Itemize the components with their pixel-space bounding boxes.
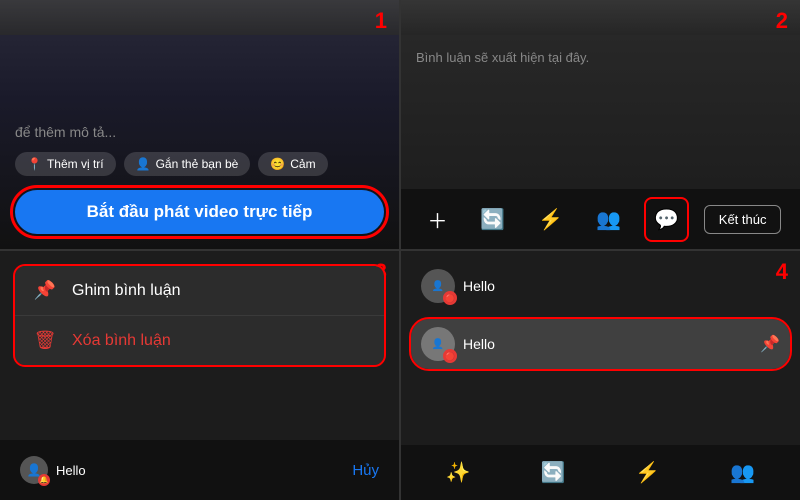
commenter-avatar-small: 👤 🔔 bbox=[20, 456, 48, 484]
add-guest-icon[interactable]: 👥 bbox=[588, 199, 629, 240]
action-buttons-row: 📍 Thêm vị trí 👤 Gắn thẻ bạn bè 😊 Cảm bbox=[15, 152, 384, 176]
commenter-avatar-2: 👤 🔴 bbox=[421, 327, 455, 361]
panel-start-live: 1 để thêm mô tả... 📍 Thêm vị trí 👤 Gắn t… bbox=[0, 0, 399, 249]
pin-icon: 📌 bbox=[33, 280, 57, 301]
toolbar-flip-icon[interactable]: 🔄 bbox=[533, 452, 574, 493]
flash-icon[interactable]: ⚡ bbox=[530, 199, 571, 240]
comments-list: 👤 🔴 Hello 👤 🔴 Hello 📌 bbox=[411, 261, 790, 377]
comment-item-1: 👤 🔴 Hello bbox=[411, 261, 790, 311]
panel-comments-view: 2 Bình luận sẽ xuất hiện tại đây. ＋ 🔄 ⚡ … bbox=[401, 0, 800, 249]
bottom-area-panel3: 👤 🔔 Hello Hủy bbox=[0, 440, 399, 500]
feeling-label: Cảm bbox=[290, 157, 315, 171]
comment-item-pinned: 👤 🔴 Hello 📌 bbox=[411, 319, 790, 369]
flip-camera-icon[interactable]: 🔄 bbox=[472, 199, 513, 240]
avatar-badge: 🔔 bbox=[38, 474, 50, 486]
main-grid: 1 để thêm mô tả... 📍 Thêm vị trí 👤 Gắn t… bbox=[0, 0, 800, 500]
avatar-badge-1: 🔴 bbox=[443, 291, 457, 305]
delete-comment-label: Xóa bình luận bbox=[72, 332, 171, 350]
delete-comment-item[interactable]: 🗑 Xóa bình luận bbox=[15, 316, 384, 365]
avatar-badge-2: 🔴 bbox=[443, 349, 457, 363]
add-location-label: Thêm vị trí bbox=[47, 157, 104, 171]
avatar-icon-1: 👤 bbox=[432, 281, 444, 292]
panel-context-menu: 3 📌 Ghim bình luận 🗑 Xóa bình luận 👤 🔔 H… bbox=[0, 251, 399, 500]
comment-text-1: Hello bbox=[463, 278, 495, 294]
comment-text-2: Hello bbox=[463, 336, 495, 352]
feeling-button[interactable]: 😊 Cảm bbox=[258, 152, 327, 176]
pin-indicator-icon: 📌 bbox=[760, 334, 780, 354]
comment-context-menu: 📌 Ghim bình luận 🗑 Xóa bình luận bbox=[15, 266, 384, 365]
start-live-label: Bắt đầu phát video trực tiếp bbox=[87, 202, 313, 221]
panel-pinned-comment: 4 👤 🔴 Hello 👤 🔴 Hello 📌 ✨ bbox=[401, 251, 800, 500]
description-placeholder: để thêm mô tả... bbox=[15, 124, 384, 140]
comment-placeholder-text: Bình luận sẽ xuất hiện tại đây. bbox=[416, 50, 589, 65]
feeling-icon: 😊 bbox=[270, 157, 285, 171]
end-live-label: Kết thúc bbox=[719, 212, 767, 227]
commenter-avatar-1: 👤 🔴 bbox=[421, 269, 455, 303]
pin-comment-item[interactable]: 📌 Ghim bình luận bbox=[15, 266, 384, 316]
end-live-button[interactable]: Kết thúc bbox=[704, 205, 782, 234]
keyboard-bg-2 bbox=[401, 0, 800, 35]
cancel-label: Hủy bbox=[352, 462, 379, 479]
add-location-button[interactable]: 📍 Thêm vị trí bbox=[15, 152, 116, 176]
bottom-comment-item: 👤 🔔 Hello bbox=[20, 456, 86, 484]
location-icon: 📍 bbox=[27, 157, 42, 171]
toolbar-flash-icon[interactable]: ⚡ bbox=[627, 452, 668, 493]
bottom-toolbar-panel2: ＋ 🔄 ⚡ 👥 💬 Kết thúc bbox=[401, 189, 800, 249]
panel-1-content: để thêm mô tả... 📍 Thêm vị trí 👤 Gắn thẻ… bbox=[0, 114, 399, 249]
trash-icon: 🗑 bbox=[33, 330, 57, 351]
pin-comment-label: Ghim bình luận bbox=[72, 282, 181, 300]
start-live-button[interactable]: Bắt đầu phát video trực tiếp bbox=[15, 190, 384, 234]
keyboard-bg-1 bbox=[0, 0, 399, 35]
toolbar-star-icon[interactable]: ✨ bbox=[438, 452, 479, 493]
step-1-number: 1 bbox=[375, 8, 387, 34]
toolbar-people-icon[interactable]: 👥 bbox=[722, 452, 763, 493]
step-2-number: 2 bbox=[776, 8, 788, 34]
tag-friends-button[interactable]: 👤 Gắn thẻ bạn bè bbox=[124, 152, 251, 176]
comment-placeholder-area: Bình luận sẽ xuất hiện tại đây. bbox=[416, 50, 785, 65]
comment-icon[interactable]: 💬 bbox=[646, 199, 687, 240]
bottom-toolbar-panel4: ✨ 🔄 ⚡ 👥 bbox=[401, 445, 800, 500]
plus-icon[interactable]: ＋ bbox=[419, 197, 455, 242]
avatar-icon-2: 👤 bbox=[432, 339, 444, 350]
tag-icon: 👤 bbox=[136, 157, 151, 171]
tag-friends-label: Gắn thẻ bạn bè bbox=[156, 157, 239, 171]
bottom-comment-text: Hello bbox=[56, 463, 86, 478]
cancel-button[interactable]: Hủy bbox=[352, 462, 379, 479]
